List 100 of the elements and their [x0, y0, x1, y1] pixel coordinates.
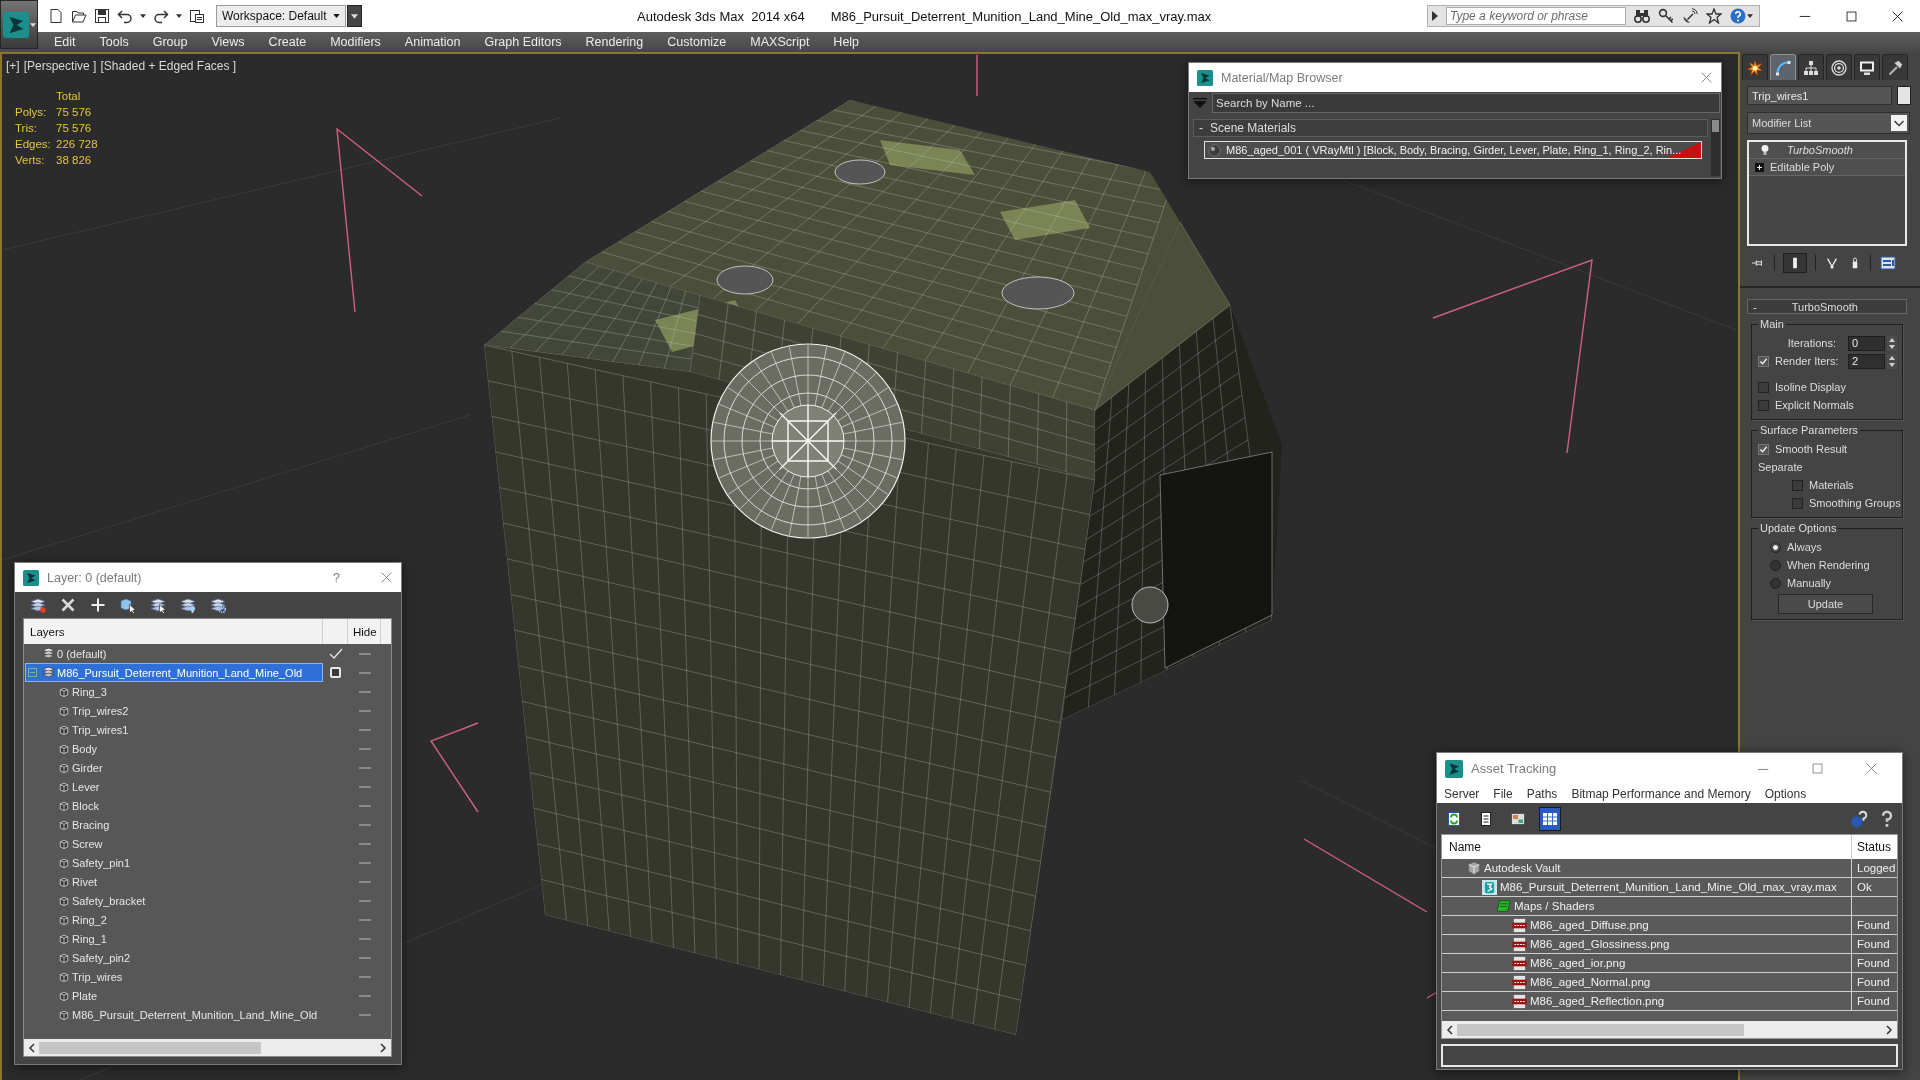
plus-icon[interactable]	[90, 597, 106, 613]
spinner-arrows-icon[interactable]	[1887, 335, 1897, 351]
help-icon[interactable]	[1730, 8, 1746, 24]
spinner-arrows-icon[interactable]	[1887, 353, 1897, 369]
stack-item[interactable]: TurboSmooth	[1749, 142, 1905, 159]
menu-item[interactable]: Group	[140, 35, 200, 49]
menu-item[interactable]: Server	[1437, 786, 1487, 801]
checkbox[interactable]	[1758, 399, 1769, 411]
new-file-icon[interactable]	[48, 8, 64, 24]
checkbox[interactable]	[1792, 497, 1803, 509]
rollout-header[interactable]: - TurboSmooth	[1747, 299, 1907, 314]
panel-tab[interactable]	[1854, 54, 1880, 80]
checkmark-icon[interactable]	[328, 648, 343, 659]
column-header[interactable]: Name	[1442, 835, 1852, 859]
object-item[interactable]: Screw	[25, 834, 323, 853]
workspace-dropdown[interactable]: Workspace: Default	[216, 5, 346, 27]
menu-item[interactable]: Help	[821, 35, 872, 49]
checkbox[interactable]	[1758, 381, 1769, 393]
group-header[interactable]: - Scene Materials	[1193, 119, 1708, 137]
cube-cursor-icon[interactable]	[120, 597, 136, 613]
application-menu-button[interactable]	[0, 0, 38, 49]
close-icon[interactable]	[1890, 9, 1904, 23]
satellite-dish-icon[interactable]	[1682, 8, 1698, 24]
chevron-left-icon[interactable]	[1446, 1024, 1454, 1035]
expand-arrow-icon[interactable]	[1432, 11, 1438, 21]
layer-stack-bulb-icon[interactable]	[180, 597, 196, 613]
object-color-swatch[interactable]	[1897, 86, 1911, 105]
open-folder-icon[interactable]	[71, 8, 87, 24]
lightbulb-icon[interactable]	[1759, 144, 1771, 156]
hide-toggle-icon[interactable]	[358, 899, 371, 902]
update-button[interactable]: Update	[1778, 594, 1873, 614]
path-field[interactable]	[1441, 1044, 1898, 1067]
maximize-icon[interactable]	[1844, 9, 1858, 23]
layer-stack-badge-icon[interactable]	[30, 597, 46, 613]
hide-toggle-icon[interactable]	[358, 956, 371, 959]
chevron-right-icon[interactable]	[1885, 1024, 1893, 1035]
object-item[interactable]: Plate	[25, 986, 323, 1005]
object-item[interactable]: Ring_1	[25, 929, 323, 948]
caret-icon[interactable]	[1747, 14, 1753, 18]
radio-button[interactable]	[1770, 559, 1781, 571]
menu-item[interactable]: Edit	[42, 35, 88, 49]
object-item[interactable]: Body	[25, 739, 323, 758]
menu-item[interactable]: File	[1486, 786, 1520, 801]
hide-toggle-icon[interactable]	[358, 728, 371, 731]
horizontal-scrollbar[interactable]	[1442, 1021, 1897, 1038]
menu-item[interactable]: Animation	[392, 35, 473, 49]
hide-toggle-icon[interactable]	[358, 709, 371, 712]
object-name-field[interactable]: Trip_wires1	[1747, 86, 1892, 105]
object-item[interactable]: Safety_pin1	[25, 853, 323, 872]
hide-toggle-icon[interactable]	[358, 937, 371, 940]
star-icon[interactable]	[1706, 8, 1722, 24]
caret-icon[interactable]	[140, 14, 146, 18]
hide-toggle-icon[interactable]	[358, 804, 371, 807]
redo-icon[interactable]	[153, 8, 169, 24]
layer-item[interactable]: M86_Pursuit_Deterrent_Munition_Land_Mine_Old	[25, 663, 323, 682]
radio-button[interactable]	[1770, 541, 1781, 553]
collapse-toggle-icon[interactable]	[28, 668, 37, 677]
hide-toggle-icon[interactable]	[358, 690, 371, 693]
expand-toggle-icon[interactable]	[1755, 162, 1764, 172]
menu-item[interactable]: Options	[1757, 786, 1814, 801]
hide-toggle-icon[interactable]	[358, 880, 371, 883]
object-item[interactable]: Girder	[25, 758, 323, 777]
object-item[interactable]: Bracing	[25, 815, 323, 834]
horizontal-scrollbar[interactable]	[24, 1039, 391, 1056]
stack-tool-button[interactable]	[1783, 253, 1807, 273]
checkbox[interactable]	[1758, 443, 1769, 455]
object-item[interactable]: Safety_bracket	[25, 891, 323, 910]
undo-icon[interactable]	[117, 8, 133, 24]
chevron-left-icon[interactable]	[28, 1042, 36, 1053]
stack-tool-button[interactable]	[1879, 253, 1897, 273]
object-item[interactable]: Trip_wires2	[25, 701, 323, 720]
hide-toggle-icon[interactable]	[358, 918, 371, 921]
menu-item[interactable]: Rendering	[573, 35, 656, 49]
layer-stack-cursor-icon[interactable]	[150, 597, 166, 613]
layer-stack-gear-icon[interactable]	[210, 597, 226, 613]
key-icon[interactable]	[1658, 8, 1674, 24]
object-item[interactable]: Ring_2	[25, 910, 323, 929]
view-mode-button[interactable]	[1539, 806, 1561, 831]
chevron-right-icon[interactable]	[379, 1042, 387, 1053]
mine-front-top-drawing[interactable]	[484, 100, 1180, 1035]
viewport-menu-label[interactable]: [Perspective ]	[23, 59, 97, 73]
panel-tab[interactable]	[1826, 54, 1852, 80]
menu-item[interactable]: MAXScript	[738, 35, 822, 49]
menu-item[interactable]: Views	[199, 35, 257, 49]
help-button[interactable]: ?	[333, 570, 340, 585]
stack-item[interactable]: Editable Poly	[1749, 159, 1905, 176]
menu-item[interactable]: Create	[256, 35, 319, 49]
panel-tab[interactable]	[1798, 54, 1824, 80]
checkbox[interactable]	[1758, 355, 1769, 367]
globe-question-icon[interactable]	[1850, 809, 1868, 828]
material-item[interactable]: M86_aged_001 ( VRayMtl ) [Block, Body, Bracing, Girder, Lever, Plate, Ring_1, Ring_2, Rin...	[1204, 141, 1702, 159]
object-item[interactable]: Rivet	[25, 872, 323, 891]
binoculars-icon[interactable]	[1634, 8, 1650, 24]
object-item[interactable]: Ring_3	[25, 682, 323, 701]
hide-toggle-icon[interactable]	[358, 861, 371, 864]
layer-item[interactable]: 0 (default)	[25, 644, 323, 663]
column-header[interactable]: Status	[1852, 835, 1897, 859]
spinner-field[interactable]: 0	[1848, 335, 1885, 351]
viewport-menu-label[interactable]: [Shaded + Edged Faces ]	[100, 59, 237, 73]
hide-toggle-icon[interactable]	[358, 994, 371, 997]
